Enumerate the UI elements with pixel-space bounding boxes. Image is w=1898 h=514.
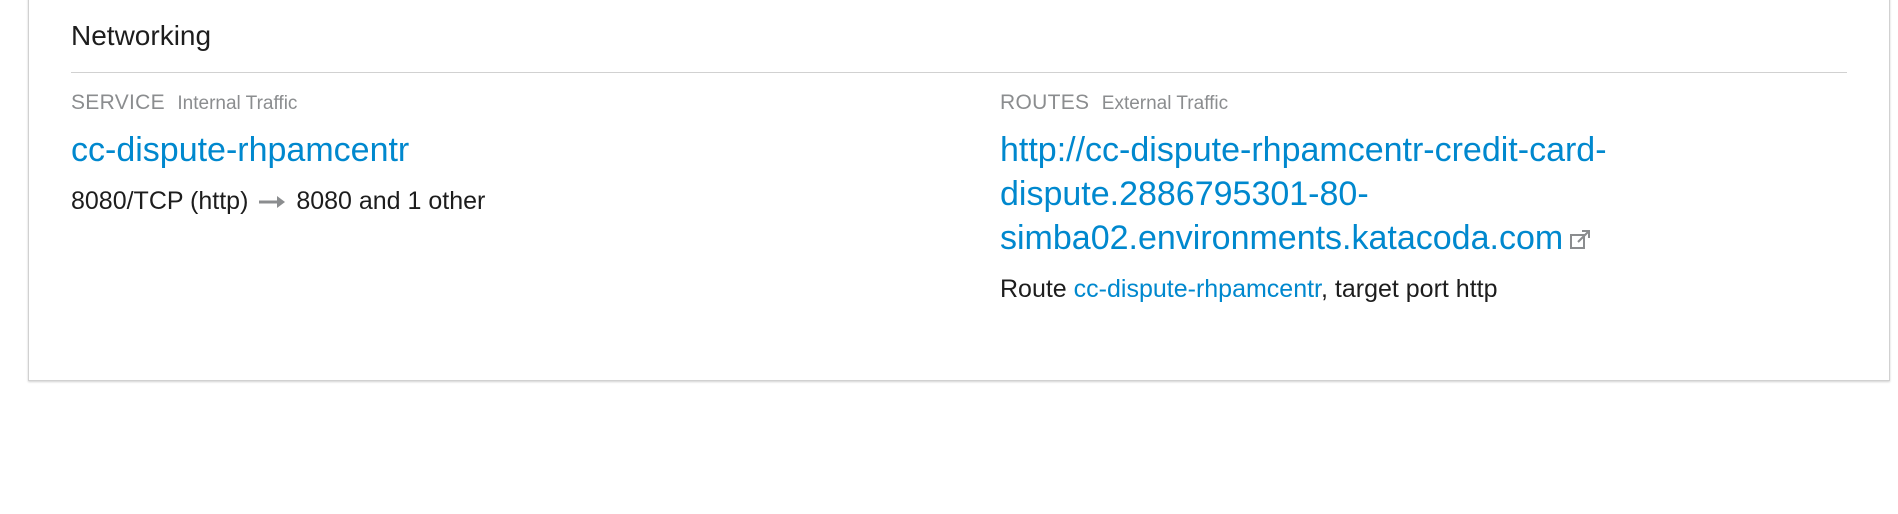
arrow-right-icon bbox=[259, 196, 286, 209]
routes-label: ROUTES bbox=[1000, 91, 1090, 114]
service-column: SERVICE Internal Traffic cc-dispute-rhpa… bbox=[71, 88, 951, 218]
service-label: SERVICE bbox=[71, 91, 165, 114]
panel-divider bbox=[71, 72, 1847, 73]
route-suffix: , target port http bbox=[1321, 275, 1498, 303]
route-url-text: http://cc-dispute-rhpamcentr-credit-card… bbox=[1000, 131, 1607, 257]
route-url-link[interactable]: http://cc-dispute-rhpamcentr-credit-card… bbox=[1000, 131, 1607, 257]
route-prefix: Route bbox=[1000, 275, 1074, 303]
panel-title: Networking bbox=[71, 20, 212, 51]
service-port-from: 8080/TCP (http) bbox=[71, 187, 249, 215]
networking-panel: Networking SERVICE Internal Traffic cc-d… bbox=[28, 0, 1890, 381]
route-detail: Route cc-dispute-rhpamcentr, target port… bbox=[1000, 272, 1760, 306]
routes-header: ROUTES External Traffic bbox=[1000, 88, 1760, 118]
service-sublabel: Internal Traffic bbox=[177, 93, 298, 114]
routes-column: ROUTES External Traffic http://cc-disput… bbox=[1000, 88, 1760, 306]
external-link-icon[interactable] bbox=[1569, 229, 1591, 251]
service-ports: 8080/TCP (http) 8080 and 1 other bbox=[71, 184, 951, 218]
service-name-link[interactable]: cc-dispute-rhpamcentr bbox=[71, 131, 409, 169]
route-name-link[interactable]: cc-dispute-rhpamcentr bbox=[1074, 275, 1321, 303]
service-header: SERVICE Internal Traffic bbox=[71, 88, 951, 118]
service-port-to: 8080 and 1 other bbox=[296, 187, 486, 215]
routes-sublabel: External Traffic bbox=[1101, 93, 1229, 114]
